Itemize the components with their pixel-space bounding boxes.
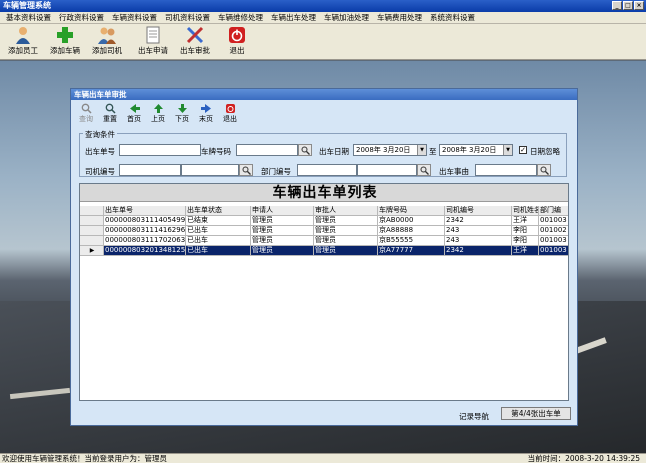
driver-no-input[interactable] — [119, 164, 181, 176]
column-header[interactable]: 司机编号 — [445, 206, 512, 216]
reason-search-button[interactable] — [537, 164, 551, 176]
menu-item[interactable]: 车辆资料设置 — [108, 12, 161, 23]
dept-name-input[interactable] — [357, 164, 417, 176]
document-icon — [143, 26, 163, 44]
column-header[interactable]: 审批人 — [314, 206, 378, 216]
table-row[interactable]: 000000803111702063261 已出车 管理员 管理员 京B5555… — [80, 236, 568, 246]
tools-icon — [185, 26, 205, 44]
search-icon — [242, 166, 251, 175]
trip-order-grid: 车辆出车单列表 出车单号 出车单状态 申请人 审批人 车牌号码 司机编号 司机姓… — [79, 183, 569, 401]
chevron-down-icon[interactable]: ▼ — [503, 145, 512, 155]
date-from-picker[interactable]: 2008年 3月20日 ▼ — [353, 144, 427, 156]
record-nav-label: 记录导航 — [459, 412, 489, 421]
menu-item[interactable]: 行政资料设置 — [55, 12, 108, 23]
last-page-icon — [200, 103, 212, 114]
search-icon — [80, 103, 92, 114]
close-button[interactable]: × — [634, 1, 644, 10]
person-icon — [13, 26, 33, 44]
search-icon — [301, 146, 310, 155]
trip-approval-dialog: 车辆出车单审批 查询 重置 首页 上页 下页 末页 退出 查询条件 出车单号 车… — [70, 88, 578, 426]
first-page-icon — [128, 103, 140, 114]
column-header[interactable]: 车牌号码 — [378, 206, 445, 216]
reason-label: 出车事由 — [439, 167, 469, 176]
column-header[interactable]: 出车单号 — [104, 206, 186, 216]
dialog-toolbar: 查询 重置 首页 上页 下页 末页 退出 — [71, 100, 577, 124]
plate-label: 车牌号码 — [201, 147, 231, 156]
exit-button[interactable]: 退出 — [216, 24, 258, 58]
search-icon — [540, 166, 549, 175]
next-page-button[interactable]: 下页 — [171, 100, 193, 124]
table-row-selected[interactable]: ▶ 000000803201348125101 已出车 管理员 管理员 京A77… — [80, 246, 568, 256]
status-welcome: 欢迎使用车辆管理系统！当前登录用户为：管理员 — [2, 454, 167, 463]
maximize-button[interactable]: □ — [623, 1, 633, 10]
menu-item[interactable]: 车辆加油处理 — [320, 12, 373, 23]
minimize-button[interactable]: _ — [612, 1, 622, 10]
last-page-button[interactable]: 末页 — [195, 100, 217, 124]
grid-title: 车辆出车单列表 — [80, 184, 568, 202]
column-header[interactable]: 司机姓名 — [512, 206, 539, 216]
prev-page-button[interactable]: 上页 — [147, 100, 169, 124]
main-toolbar: 添加员工 添加车辆 添加司机 出车申请 出车审批 退出 — [0, 24, 646, 60]
menu-item[interactable]: 车辆出车处理 — [267, 12, 320, 23]
next-page-icon — [176, 103, 188, 114]
column-header[interactable]: 申请人 — [251, 206, 314, 216]
dialog-title: 车辆出车单审批 — [71, 89, 577, 100]
add-driver-button[interactable]: 添加司机 — [86, 24, 128, 58]
chevron-down-icon[interactable]: ▼ — [417, 145, 426, 155]
driver-search-button[interactable] — [239, 164, 253, 176]
window-title: 车辆管理系统 — [3, 1, 51, 10]
trip-approval-button[interactable]: 出车审批 — [174, 24, 216, 58]
row-indicator-icon: ▶ — [80, 246, 104, 256]
reset-button[interactable]: 重置 — [99, 100, 121, 124]
date-ignore-checkbox[interactable]: ✓ — [519, 146, 527, 154]
menu-item[interactable]: 车辆费用处理 — [373, 12, 426, 23]
menu-item[interactable]: 司机资料设置 — [161, 12, 214, 23]
first-page-button[interactable]: 首页 — [123, 100, 145, 124]
power-icon — [227, 26, 247, 44]
people-icon — [97, 26, 117, 44]
date-label: 出车日期 — [319, 147, 349, 156]
query-legend: 查询条件 — [83, 129, 117, 140]
prev-page-icon — [152, 103, 164, 114]
menu-bar: 基本资料设置 行政资料设置 车辆资料设置 司机资料设置 车辆维修处理 车辆出车处… — [0, 12, 646, 24]
dept-no-input[interactable] — [297, 164, 357, 176]
exit-icon — [224, 103, 236, 114]
driver-no-label: 司机编号 — [85, 167, 115, 176]
plate-search-button[interactable] — [298, 144, 312, 156]
plus-icon — [55, 26, 75, 44]
menu-item[interactable]: 车辆维修处理 — [214, 12, 267, 23]
date-separator: 至 — [429, 147, 437, 156]
status-bar: 欢迎使用车辆管理系统！当前登录用户为：管理员 当前时间：2008-3-20 14… — [0, 453, 646, 463]
order-no-label: 出车单号 — [85, 147, 115, 156]
reset-icon — [104, 103, 116, 114]
dialog-exit-button[interactable]: 退出 — [219, 100, 241, 124]
status-time: 当前时间：2008-3-20 14:39:25 — [527, 454, 640, 463]
trip-request-button[interactable]: 出车申请 — [132, 24, 174, 58]
driver-name-input[interactable] — [181, 164, 239, 176]
window-titlebar: 车辆管理系统 _ □ × — [0, 0, 646, 12]
record-nav-display: 第4/4张出车单 — [501, 407, 571, 420]
reason-input[interactable] — [475, 164, 537, 176]
table-row[interactable]: 000000803111405499671 已结束 管理员 管理员 京AB000… — [80, 216, 568, 226]
plate-input[interactable] — [236, 144, 298, 156]
date-ignore-label: 日期忽略 — [530, 147, 560, 156]
table-row[interactable]: 000000803111416296222 已出车 管理员 管理员 京A8888… — [80, 226, 568, 236]
column-header[interactable]: 出车单状态 — [186, 206, 251, 216]
add-employee-button[interactable]: 添加员工 — [2, 24, 44, 58]
date-to-picker[interactable]: 2008年 3月20日 ▼ — [439, 144, 513, 156]
search-icon — [420, 166, 429, 175]
query-button[interactable]: 查询 — [75, 100, 97, 124]
column-header[interactable]: 部门编 — [539, 206, 568, 216]
menu-item[interactable]: 基本资料设置 — [2, 12, 55, 23]
add-vehicle-button[interactable]: 添加车辆 — [44, 24, 86, 58]
dept-search-button[interactable] — [417, 164, 431, 176]
menu-item[interactable]: 系统资料设置 — [426, 12, 479, 23]
dept-no-label: 部门编号 — [261, 167, 291, 176]
order-no-input[interactable] — [119, 144, 201, 156]
grid-header-row: 出车单号 出车单状态 申请人 审批人 车牌号码 司机编号 司机姓名 部门编 — [80, 206, 568, 216]
